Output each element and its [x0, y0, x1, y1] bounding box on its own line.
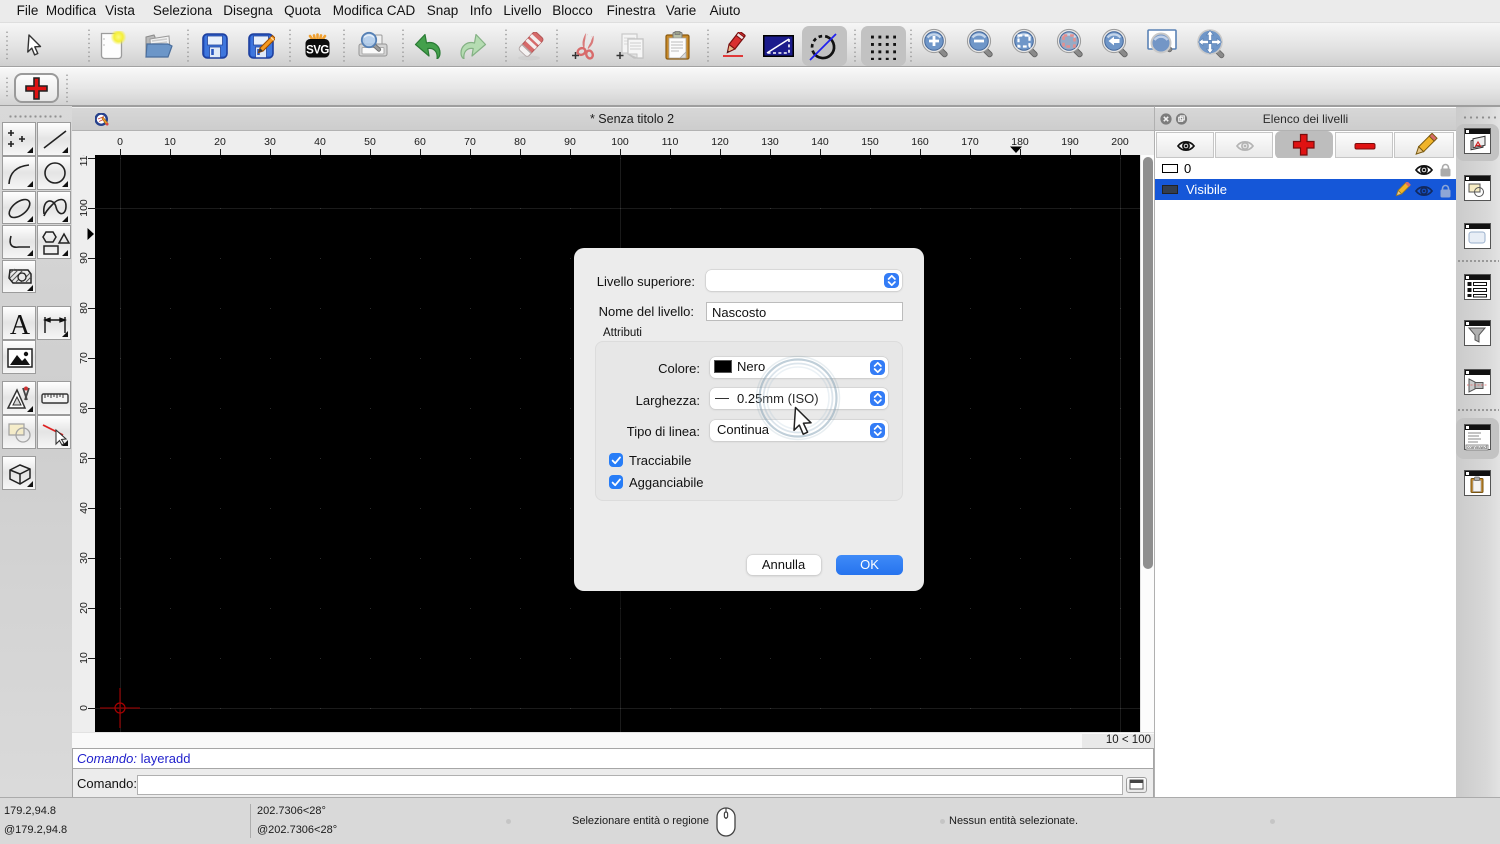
svg-text:command: command	[1467, 445, 1487, 450]
svg-text:40: 40	[314, 136, 326, 148]
svg-text:30: 30	[78, 552, 90, 564]
svg-text:10: 10	[78, 652, 90, 664]
svg-text:90: 90	[78, 252, 90, 264]
svg-text:SVG: SVG	[306, 45, 329, 57]
svg-text:200: 200	[1111, 136, 1129, 148]
svg-text:100: 100	[78, 199, 90, 217]
svg-text:20: 20	[78, 602, 90, 614]
svg-text:0: 0	[78, 705, 90, 711]
svg-text:50: 50	[364, 136, 376, 148]
svg-text:10: 10	[164, 136, 176, 148]
svg-text:110: 110	[78, 155, 90, 166]
svg-text:A: A	[9, 310, 30, 341]
svg-text:190: 190	[1061, 136, 1079, 148]
svg-text:80: 80	[78, 302, 90, 314]
svg-text:0: 0	[117, 136, 123, 148]
svg-text:60: 60	[414, 136, 426, 148]
svg-text:90: 90	[564, 136, 576, 148]
svg-text:30: 30	[264, 136, 276, 148]
svg-text:120: 120	[711, 136, 729, 148]
svg-text:70: 70	[464, 136, 476, 148]
svg-text:130: 130	[761, 136, 779, 148]
svg-text:170: 170	[961, 136, 979, 148]
svg-text:80: 80	[514, 136, 526, 148]
svg-text:60: 60	[78, 402, 90, 414]
svg-text:140: 140	[811, 136, 829, 148]
svg-text:100: 100	[611, 136, 629, 148]
svg-text:70: 70	[78, 352, 90, 364]
svg-text:20: 20	[214, 136, 226, 148]
svg-text:40: 40	[78, 502, 90, 514]
svg-text:180: 180	[1011, 136, 1029, 148]
svg-text:110: 110	[662, 136, 679, 148]
svg-text:50: 50	[78, 452, 90, 464]
svg-text:150: 150	[861, 136, 879, 148]
svg-text:160: 160	[911, 136, 929, 148]
